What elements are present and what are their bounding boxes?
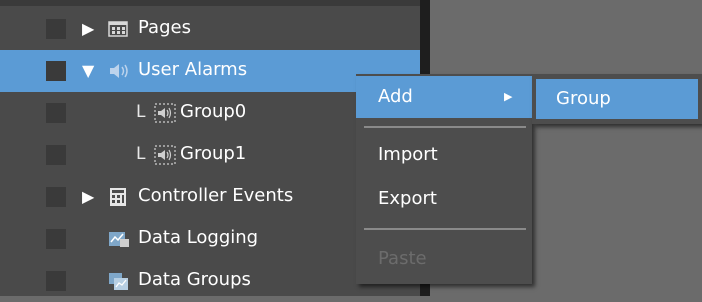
checkbox[interactable] [46, 19, 66, 39]
tree-item-label: User Alarms [138, 59, 248, 80]
checkbox[interactable] [46, 61, 66, 81]
tree-item-pages[interactable]: ▶ Pages [0, 8, 420, 50]
pages-icon [108, 19, 128, 39]
speaker-group-icon [154, 103, 176, 123]
checkbox[interactable] [46, 145, 66, 165]
tree-item-label: Data Logging [138, 227, 259, 248]
speaker-icon [108, 61, 128, 81]
submenu-item-group[interactable]: Group [536, 79, 698, 119]
menu-item-label: Export [378, 188, 437, 209]
speaker-group-icon [154, 145, 176, 165]
menu-item-export[interactable]: Export [356, 178, 532, 220]
checkbox[interactable] [46, 229, 66, 249]
menu-item-label: Group [556, 88, 611, 109]
data-groups-icon [108, 271, 128, 291]
checkbox[interactable] [46, 271, 66, 291]
menu-item-paste: Paste [356, 238, 532, 280]
menu-separator [364, 126, 526, 128]
menu-separator [364, 228, 526, 230]
collapse-arrow-icon[interactable]: ▼ [82, 50, 94, 92]
menu-item-label: Import [378, 144, 438, 165]
tree-item-label: Pages [138, 17, 191, 38]
checkbox[interactable] [46, 187, 66, 207]
data-logging-icon [108, 229, 129, 249]
controller-events-icon [108, 187, 128, 207]
tree-item-label: Controller Events [138, 185, 294, 206]
tree-connector: L [136, 102, 146, 122]
menu-item-add[interactable]: Add ▶ [356, 76, 532, 118]
menu-item-label: Paste [378, 248, 427, 269]
context-menu: Add ▶ Import Export Paste [356, 74, 532, 284]
tree-connector: L [136, 144, 146, 164]
submenu-arrow-icon: ▶ [504, 90, 513, 103]
checkbox[interactable] [46, 103, 66, 123]
add-submenu: Group [532, 74, 702, 124]
expand-arrow-icon[interactable]: ▶ [82, 8, 94, 50]
expand-arrow-icon[interactable]: ▶ [82, 176, 94, 218]
tree-item-label: Group0 [180, 101, 247, 122]
menu-item-label: Add [378, 86, 413, 107]
menu-item-import[interactable]: Import [356, 134, 532, 176]
tree-item-label: Group1 [180, 143, 247, 164]
tree-top-separator [0, 0, 420, 6]
